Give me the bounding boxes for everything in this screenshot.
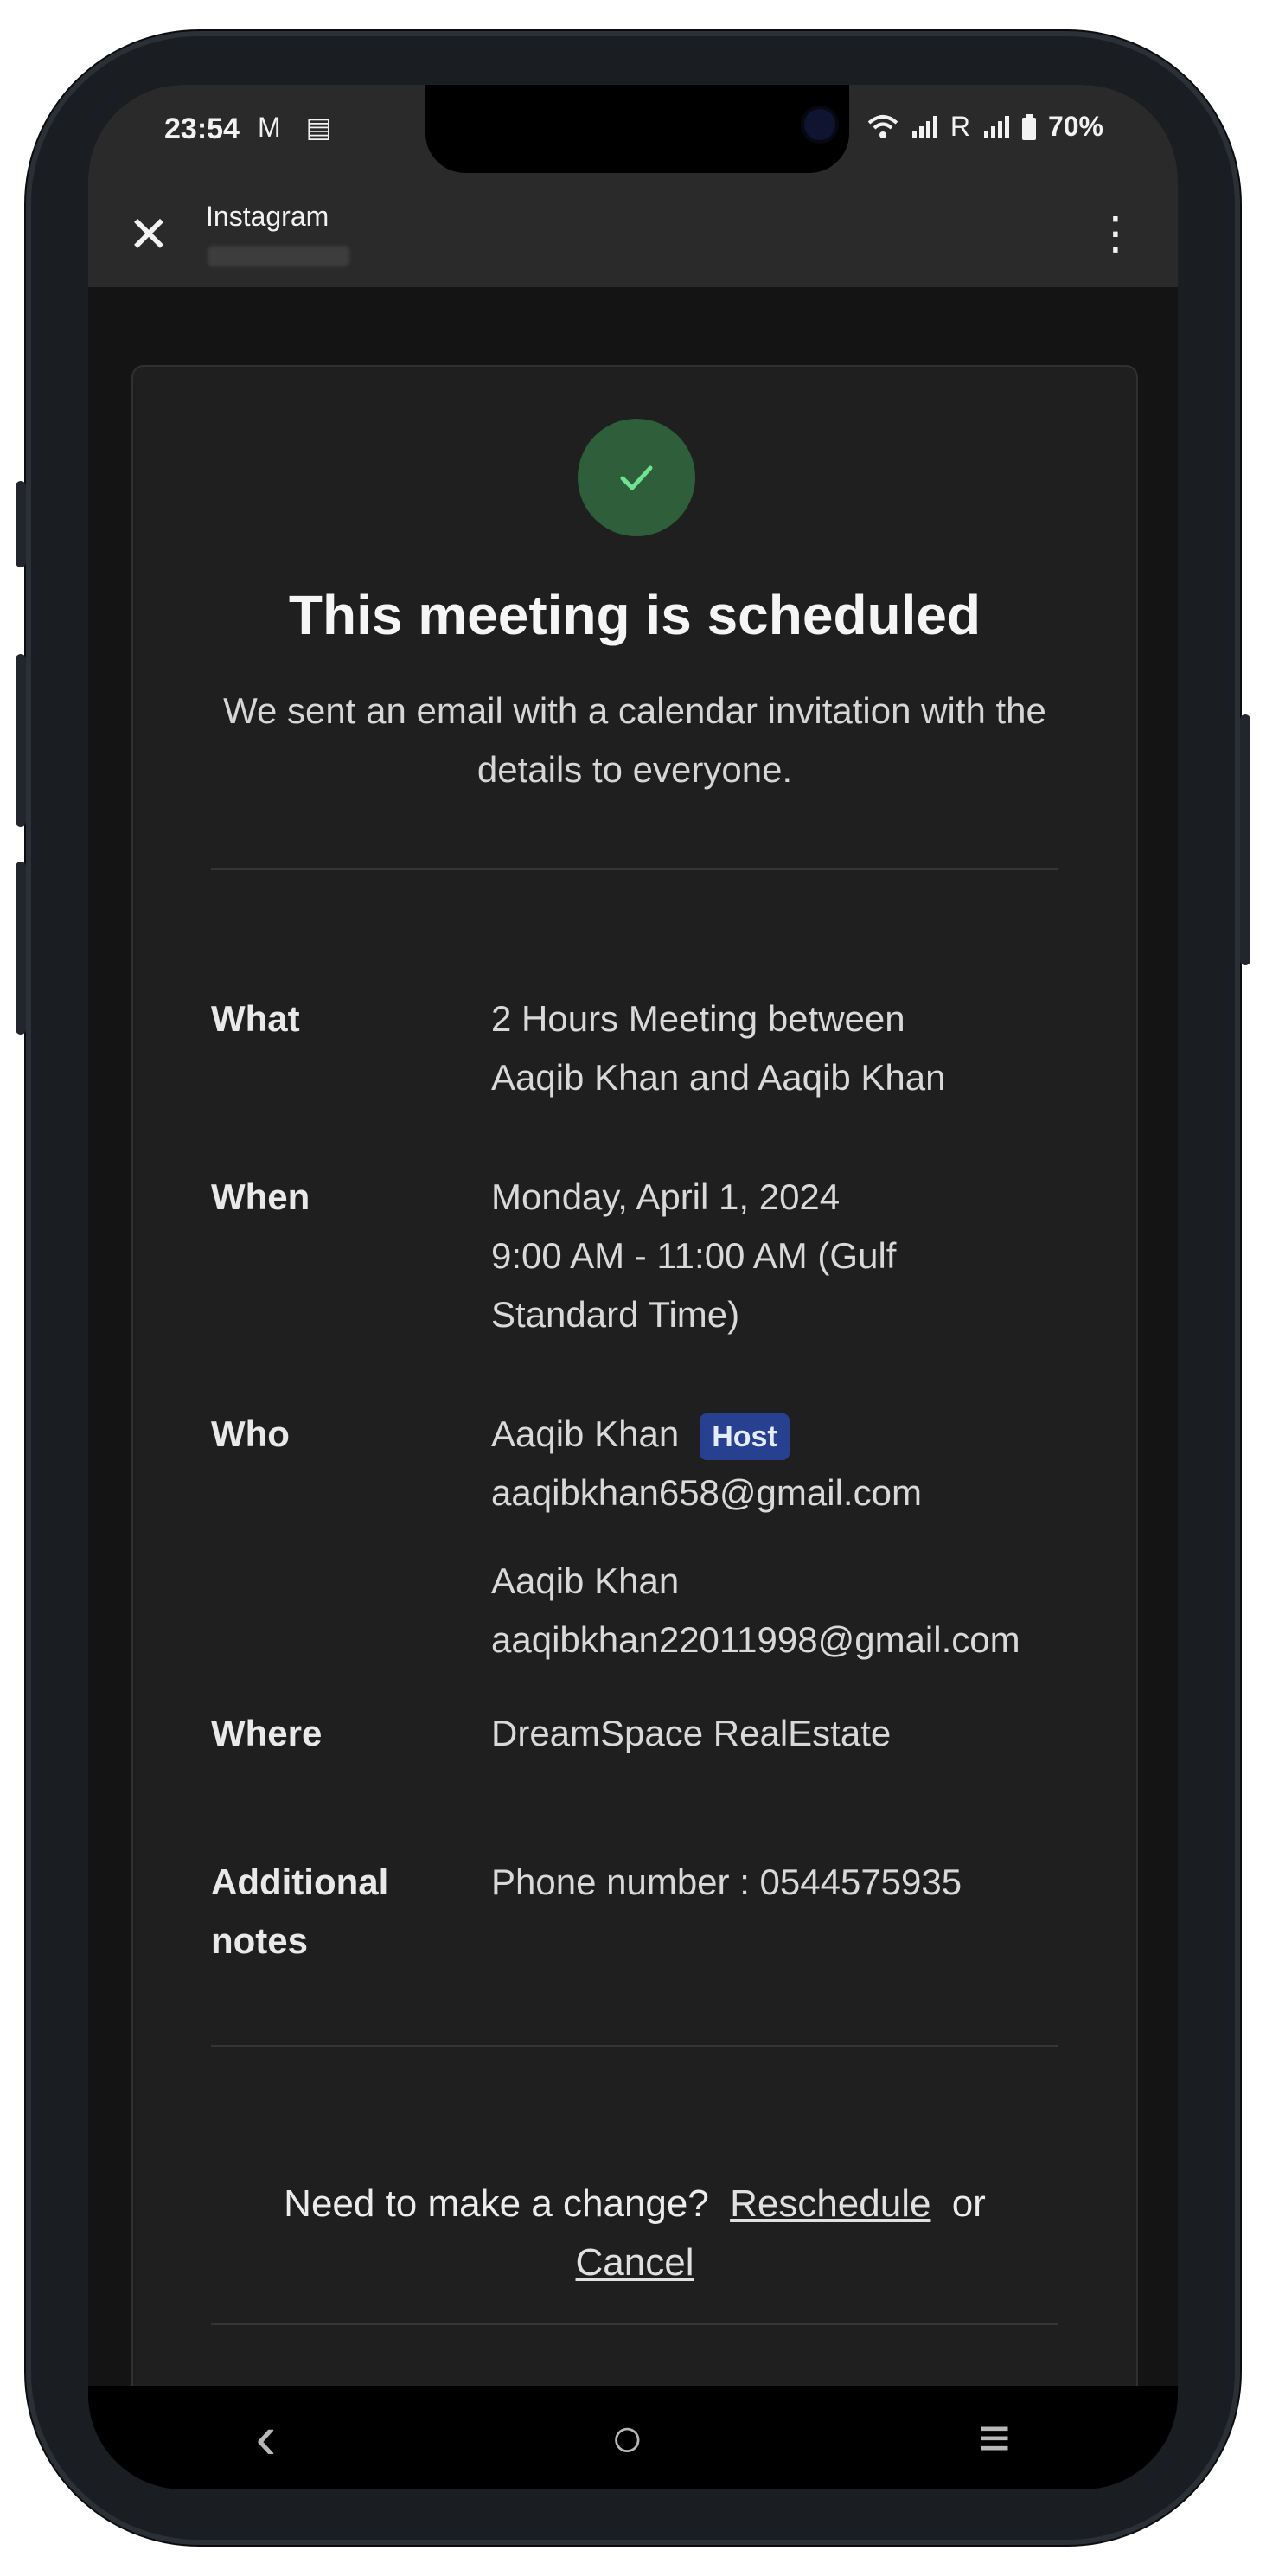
screen: 23:54 M ▤ R 70% ✕ Instagram ⋮ This meeti…: [88, 85, 1178, 2489]
meeting-date: Monday, April 1, 2024: [491, 1176, 841, 1217]
divider: [211, 868, 1058, 870]
attendee-name: Aaqib Khan: [491, 1560, 680, 1601]
status-right: R 70%: [867, 111, 1103, 143]
back-icon[interactable]: ‹: [255, 2402, 276, 2473]
meeting-timezone: Standard Time): [491, 1294, 740, 1335]
additional-notes: Phone number : 0544575935: [491, 1862, 962, 1902]
success-badge: [578, 419, 695, 536]
confirmation-title: This meeting is scheduled: [288, 584, 981, 646]
meeting-location: DreamSpace RealEstate: [491, 1713, 892, 1753]
side-button: [1240, 714, 1250, 965]
side-button: [16, 862, 26, 1035]
divider: [211, 2045, 1058, 2047]
signal-icon: [983, 115, 1009, 138]
cancel-link[interactable]: Cancel: [576, 2241, 694, 2284]
meeting-title-line: Aaqib Khan and Aaqib Khan: [491, 1057, 946, 1098]
front-camera-icon: [804, 109, 835, 140]
host-badge: Host: [700, 1413, 790, 1460]
detail-label: When: [211, 1176, 310, 1217]
side-button: [16, 654, 26, 827]
notification-icons: M ▤: [258, 111, 341, 144]
wifi-icon: [867, 114, 898, 138]
attendee-email: aaqibkhan658@gmail.com: [491, 1472, 922, 1513]
calendar-icon: ▤: [305, 112, 341, 143]
detail-label: Who: [211, 1413, 290, 1454]
notes-label-line: Additional: [211, 1862, 389, 1902]
detail-label: Additional notes: [211, 1853, 470, 1970]
blurred-url: [208, 246, 349, 266]
change-booking: Need to make a change? Reschedule or Can…: [133, 2175, 1136, 2292]
detail-label: What: [211, 998, 300, 1039]
battery-icon: [1021, 113, 1036, 140]
meeting-title-line: 2 Hours Meeting between: [491, 998, 905, 1039]
signal-icon: [911, 115, 937, 138]
web-content[interactable]: This meeting is scheduled We sent an ema…: [88, 287, 1178, 2489]
confirmation-message: We sent an email with a calendar invitat…: [223, 690, 1046, 790]
home-icon[interactable]: ○: [611, 2406, 644, 2470]
side-button: [16, 481, 26, 567]
camera-notch: [425, 85, 849, 173]
system-nav-bar: ‹ ○ ≡: [88, 2386, 1178, 2489]
clock: 23:54: [164, 112, 240, 145]
divider: [211, 2323, 1058, 2325]
booking-confirmation-card: This meeting is scheduled We sent an ema…: [131, 365, 1138, 2489]
checkmark-icon: [620, 465, 653, 490]
gmail-icon: M: [258, 112, 290, 143]
detail-value: Monday, April 1, 2024 9:00 AM - 11:00 AM…: [491, 1168, 1114, 1344]
or-text: or: [951, 2182, 986, 2225]
meeting-time: 9:00 AM - 11:00 AM (Gulf: [491, 1235, 897, 1276]
roaming-indicator: R: [950, 111, 970, 142]
more-vert-icon: ⋮: [1093, 208, 1138, 259]
close-icon: ✕: [127, 207, 170, 263]
recents-icon[interactable]: ≡: [978, 2406, 1010, 2470]
app-bar: ✕ Instagram ⋮: [88, 180, 1178, 289]
more-options-button[interactable]: ⋮: [1093, 209, 1138, 258]
detail-label: Where: [211, 1713, 323, 1753]
notes-label-line: notes: [211, 1920, 309, 1961]
battery-percent: 70%: [1047, 111, 1103, 142]
change-prompt: Need to make a change?: [284, 2182, 709, 2225]
attendee-name: Aaqib Khan: [491, 1413, 680, 1454]
detail-value: 2 Hours Meeting between Aaqib Khan and A…: [491, 990, 1114, 1107]
attendee-host: Aaqib Khan Host: [491, 1405, 1114, 1464]
reschedule-link[interactable]: Reschedule: [730, 2182, 930, 2225]
app-title: Instagram: [206, 201, 329, 232]
attendee-email: aaqibkhan22011998@gmail.com: [491, 1619, 1020, 1660]
close-button[interactable]: ✕: [123, 209, 175, 261]
detail-value: Aaqib Khan Host aaqibkhan658@gmail.com Aa…: [491, 1405, 1114, 1669]
